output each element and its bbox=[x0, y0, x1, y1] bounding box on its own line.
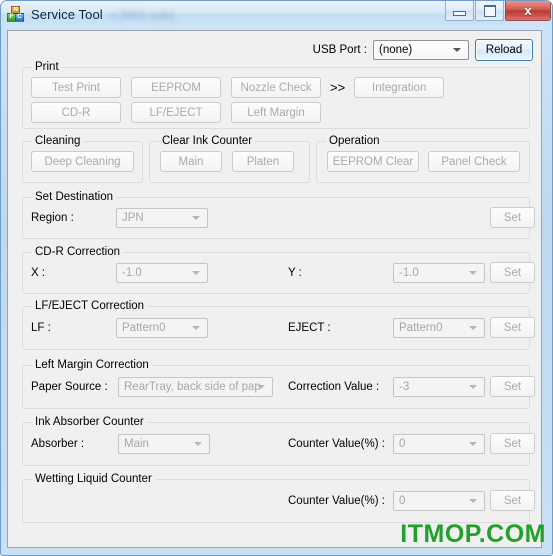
deep-cleaning-button[interactable]: Deep Cleaning bbox=[31, 151, 134, 172]
absorber-select[interactable]: Main bbox=[118, 434, 210, 454]
minimize-button[interactable] bbox=[445, 1, 474, 21]
cdr-correction-group: CD-R Correction X : -1.0 Y : -1.0 Set bbox=[22, 246, 535, 294]
eeprom-button[interactable]: EEPROM bbox=[131, 77, 221, 98]
cdr-x-select[interactable]: -1.0 bbox=[116, 263, 208, 283]
cdr-button[interactable]: CD-R bbox=[31, 102, 121, 123]
region-value: JPN bbox=[122, 212, 144, 224]
ink-absorber-set-button[interactable]: Set bbox=[490, 433, 535, 454]
minimize-icon bbox=[453, 10, 466, 16]
window-title-suffix-blurred: v.3400 sub1 bbox=[110, 7, 176, 22]
set-destination-set-button[interactable]: Set bbox=[490, 207, 535, 228]
eject-label: EJECT : bbox=[288, 322, 331, 334]
lf-value: Pattern0 bbox=[122, 322, 166, 334]
wetting-liquid-counter-group-title: Wetting Liquid Counter bbox=[32, 473, 155, 485]
wetting-liquid-set-button[interactable]: Set bbox=[490, 490, 535, 511]
panel-check-button[interactable]: Panel Check bbox=[428, 151, 520, 172]
absorber-counter-value-select[interactable]: 0 bbox=[393, 434, 485, 454]
paper-source-select[interactable]: RearTray, back side of pap bbox=[118, 377, 273, 397]
lf-eject-set-button[interactable]: Set bbox=[490, 317, 535, 338]
cdr-y-label: Y : bbox=[288, 267, 302, 279]
print-separator: >> bbox=[330, 80, 346, 95]
clear-ink-main-button[interactable]: Main bbox=[160, 151, 222, 172]
chevron-down-icon bbox=[257, 385, 265, 389]
cleaning-group-title: Cleaning bbox=[32, 135, 84, 147]
left-margin-correction-group: Left Margin Correction Paper Source : Re… bbox=[22, 359, 535, 409]
usb-port-value: (none) bbox=[379, 44, 413, 56]
correction-value-select[interactable]: -3 bbox=[393, 377, 485, 397]
wetting-counter-value: 0 bbox=[399, 495, 406, 507]
print-group: Print Test Print EEPROM Nozzle Check >> … bbox=[22, 61, 530, 129]
maximize-icon bbox=[483, 4, 496, 17]
title-bar: N F C Service Tool v.3400 sub1 x bbox=[1, 1, 552, 28]
integration-button[interactable]: Integration bbox=[354, 77, 445, 98]
maximize-button[interactable] bbox=[475, 1, 504, 21]
eject-value: Pattern0 bbox=[399, 322, 443, 334]
chevron-down-icon bbox=[469, 499, 477, 503]
print-group-title: Print bbox=[32, 61, 62, 73]
site-watermark: ITMOP.COM bbox=[400, 520, 546, 548]
usb-port-row: USB Port : (none) Reload bbox=[313, 39, 533, 61]
wetting-counter-value-select[interactable]: 0 bbox=[393, 491, 485, 511]
set-destination-group: Set Destination Region : JPN Set bbox=[22, 191, 535, 239]
reload-button[interactable]: Reload bbox=[475, 39, 533, 61]
close-icon: x bbox=[524, 3, 532, 18]
chevron-down-icon bbox=[453, 48, 461, 52]
clear-ink-counter-group-title: Clear Ink Counter bbox=[159, 135, 256, 147]
cdr-x-value: -1.0 bbox=[122, 267, 142, 279]
ink-absorber-counter-group-title: Ink Absorber Counter bbox=[32, 416, 147, 428]
blocks-icon: N F C bbox=[7, 6, 24, 23]
lf-eject-correction-group: LF/EJECT Correction LF : Pattern0 EJECT … bbox=[22, 300, 535, 350]
lf-eject-correction-group-title: LF/EJECT Correction bbox=[32, 300, 148, 312]
client-area: USB Port : (none) Reload Print Test Prin… bbox=[7, 30, 542, 548]
cdr-correction-set-button[interactable]: Set bbox=[490, 262, 535, 283]
absorber-label: Absorber : bbox=[31, 438, 85, 450]
lf-eject-button[interactable]: LF/EJECT bbox=[131, 102, 221, 123]
service-tool-window: N F C Service Tool v.3400 sub1 x USB Por… bbox=[0, 0, 553, 556]
clear-ink-platen-button[interactable]: Platen bbox=[232, 151, 294, 172]
operation-group-title: Operation bbox=[326, 135, 383, 147]
usb-port-label: USB Port : bbox=[312, 44, 367, 56]
chevron-down-icon bbox=[194, 442, 202, 446]
left-margin-correction-group-title: Left Margin Correction bbox=[32, 359, 152, 371]
region-select[interactable]: JPN bbox=[116, 208, 208, 228]
nozzle-check-button[interactable]: Nozzle Check bbox=[231, 77, 321, 98]
chevron-down-icon bbox=[469, 326, 477, 330]
set-destination-group-title: Set Destination bbox=[32, 191, 116, 203]
wetting-counter-value-label: Counter Value(%) : bbox=[288, 495, 385, 507]
eeprom-clear-button[interactable]: EEPROM Clear bbox=[327, 151, 419, 172]
chevron-down-icon bbox=[469, 442, 477, 446]
close-button[interactable]: x bbox=[505, 1, 551, 21]
chevron-down-icon bbox=[192, 271, 200, 275]
window-title: Service Tool bbox=[31, 7, 103, 22]
region-label: Region : bbox=[31, 212, 74, 224]
chevron-down-icon bbox=[192, 326, 200, 330]
correction-value: -3 bbox=[399, 381, 410, 393]
chevron-down-icon bbox=[469, 385, 477, 389]
clear-ink-counter-group: Clear Ink Counter Main Platen bbox=[149, 135, 310, 183]
absorber-counter-value: 0 bbox=[399, 438, 406, 450]
correction-value-label: Correction Value : bbox=[288, 381, 380, 393]
left-margin-set-button[interactable]: Set bbox=[490, 376, 535, 397]
lf-label: LF : bbox=[31, 322, 51, 334]
chevron-down-icon bbox=[192, 216, 200, 220]
cleaning-group: Cleaning Deep Cleaning bbox=[22, 135, 143, 183]
wetting-liquid-counter-group: Wetting Liquid Counter Counter Value(%) … bbox=[22, 473, 535, 523]
eject-select[interactable]: Pattern0 bbox=[393, 318, 485, 338]
paper-source-value: RearTray, back side of pap bbox=[124, 381, 261, 393]
left-margin-button[interactable]: Left Margin bbox=[231, 102, 321, 123]
cdr-x-label: X : bbox=[31, 267, 46, 279]
chevron-down-icon bbox=[469, 271, 477, 275]
cdr-correction-group-title: CD-R Correction bbox=[32, 246, 123, 258]
operation-group: Operation EEPROM Clear Panel Check bbox=[316, 135, 530, 183]
usb-port-select[interactable]: (none) bbox=[373, 40, 469, 60]
ink-absorber-counter-group: Ink Absorber Counter Absorber : Main Cou… bbox=[22, 416, 535, 466]
paper-source-label: Paper Source : bbox=[31, 381, 108, 393]
window-controls: x bbox=[445, 1, 551, 21]
test-print-button[interactable]: Test Print bbox=[31, 77, 121, 98]
cdr-y-select[interactable]: -1.0 bbox=[393, 263, 485, 283]
absorber-counter-value-label: Counter Value(%) : bbox=[288, 438, 385, 450]
lf-select[interactable]: Pattern0 bbox=[116, 318, 208, 338]
absorber-value: Main bbox=[124, 438, 149, 450]
cdr-y-value: -1.0 bbox=[399, 267, 419, 279]
